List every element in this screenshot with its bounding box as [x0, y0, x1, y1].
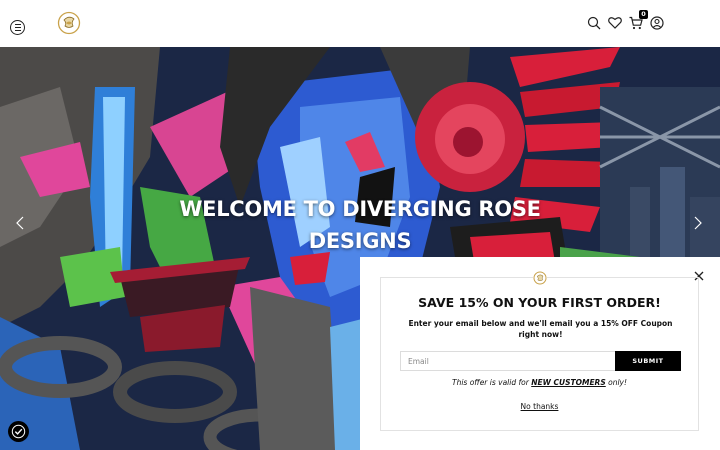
- offer-note-emphasis: NEW CUSTOMERS: [531, 378, 606, 387]
- hero-title: WELCOME TO DIVERGING ROSE DESIGNS: [179, 197, 541, 253]
- accessibility-icon[interactable]: [8, 421, 29, 442]
- popup-subtitle: Enter your email below and we'll email y…: [408, 319, 673, 339]
- offer-note-suffix: only!: [605, 378, 628, 387]
- submit-button[interactable]: SUBMIT: [615, 351, 681, 371]
- chevron-left-icon[interactable]: [12, 215, 28, 231]
- popup-title: SAVE 15% ON YOUR FIRST ORDER!: [418, 295, 661, 310]
- decline-link-wrap: No thanks: [381, 402, 698, 411]
- cart-icon[interactable]: 0: [628, 10, 648, 30]
- popup-content: SAVE 15% ON YOUR FIRST ORDER! Enter your…: [380, 271, 699, 431]
- cart-count-badge: 0: [639, 10, 648, 19]
- account-icon[interactable]: [649, 15, 664, 30]
- diverging-rose-logo-icon[interactable]: [57, 11, 81, 35]
- chevron-right-icon[interactable]: [690, 215, 706, 231]
- newsletter-popup: SAVE 15% ON YOUR FIRST ORDER! Enter your…: [360, 257, 720, 450]
- email-signup-form: SUBMIT: [400, 351, 681, 371]
- no-thanks-link[interactable]: No thanks: [521, 402, 559, 411]
- site-header: 0: [0, 0, 720, 47]
- email-field[interactable]: [400, 351, 615, 371]
- hamburger-menu-icon[interactable]: [10, 20, 25, 35]
- offer-note-prefix: This offer is valid for: [451, 378, 532, 387]
- heart-icon[interactable]: [607, 15, 622, 30]
- search-icon[interactable]: [586, 15, 601, 30]
- header-icons: 0: [586, 10, 664, 30]
- diverging-rose-logo-icon: [533, 271, 547, 285]
- offer-note: This offer is valid for NEW CUSTOMERS on…: [381, 378, 698, 387]
